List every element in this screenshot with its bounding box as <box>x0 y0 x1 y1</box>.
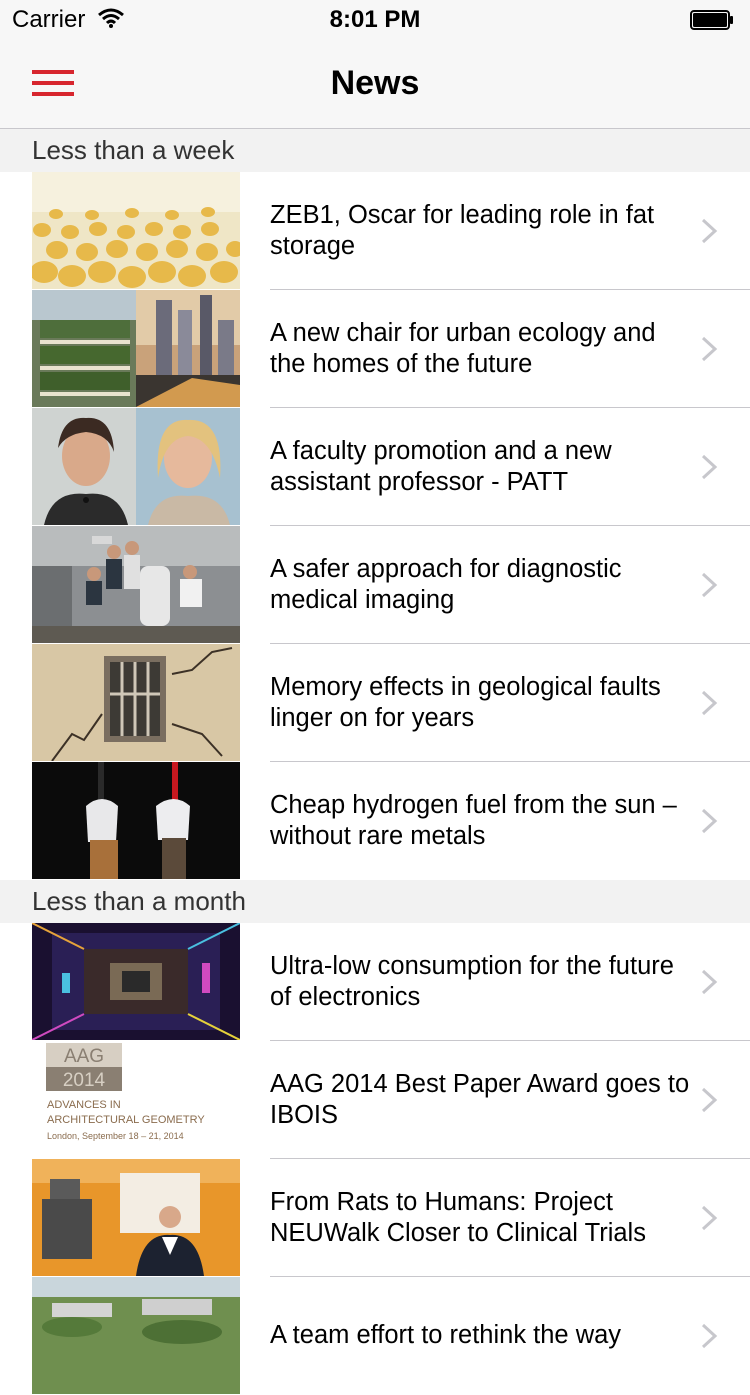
chevron-right-icon <box>701 1205 718 1231</box>
news-item[interactable]: Cheap hydrogen fuel from the sun – witho… <box>0 762 750 880</box>
news-title: From Rats to Humans: Project NEUWalk Clo… <box>270 1187 646 1247</box>
news-title: Ultra-low consumption for the future of … <box>270 951 674 1011</box>
section-header-month: Less than a month <box>0 880 750 923</box>
news-thumbnail <box>32 1159 240 1276</box>
thumb-logo-aag: AAG <box>64 1046 104 1067</box>
news-thumbnail <box>32 1277 240 1394</box>
thumb-caption-2: ARCHITECTURAL GEOMETRY <box>47 1114 205 1126</box>
battery-icon <box>690 10 733 30</box>
news-thumbnail <box>32 172 240 289</box>
chevron-right-icon <box>701 572 718 598</box>
news-item[interactable]: A faculty promotion and a new assistant … <box>0 408 750 526</box>
news-title: A faculty promotion and a new assistant … <box>270 436 612 496</box>
news-title: Cheap hydrogen fuel from the sun – witho… <box>270 790 677 850</box>
chevron-right-icon <box>701 218 718 244</box>
news-list: Less than a week ZEB1, Oscar for leading… <box>0 129 750 1395</box>
chevron-right-icon <box>701 969 718 995</box>
news-item[interactable]: A team effort to rethink the way <box>0 1277 750 1395</box>
chevron-right-icon <box>701 336 718 362</box>
status-bar: Carrier 8:01 PM <box>0 0 750 40</box>
news-thumbnail <box>32 526 240 643</box>
section-header-week: Less than a week <box>0 129 750 172</box>
chevron-right-icon <box>701 690 718 716</box>
news-thumbnail <box>32 923 240 1040</box>
news-thumbnail: AAG 2014 ADVANCES IN ARCHITECTURAL GEOME… <box>32 1041 240 1158</box>
page-title: News <box>330 64 420 102</box>
chevron-right-icon <box>701 1323 718 1349</box>
navigation-bar: News <box>0 40 750 129</box>
news-thumbnail <box>32 762 240 879</box>
news-item[interactable]: From Rats to Humans: Project NEUWalk Clo… <box>0 1159 750 1277</box>
news-thumbnail <box>32 644 240 761</box>
news-thumbnail <box>32 290 240 407</box>
news-title: A safer approach for diagnostic medical … <box>270 554 622 614</box>
news-title: Memory effects in geological faults ling… <box>270 672 661 732</box>
thumb-caption-1: ADVANCES IN <box>47 1099 121 1111</box>
news-title: A team effort to rethink the way <box>270 1321 622 1349</box>
thumb-caption-3: London, September 18 – 21, 2014 <box>47 1131 184 1141</box>
news-title: A new chair for urban ecology and the ho… <box>270 318 656 378</box>
chevron-right-icon <box>701 1087 718 1113</box>
chevron-right-icon <box>701 454 718 480</box>
thumb-logo-year: 2014 <box>63 1070 106 1091</box>
news-item[interactable]: ZEB1, Oscar for leading role in fat stor… <box>0 172 750 290</box>
news-item[interactable]: A new chair for urban ecology and the ho… <box>0 290 750 408</box>
news-item[interactable]: AAG 2014 ADVANCES IN ARCHITECTURAL GEOME… <box>0 1041 750 1159</box>
news-thumbnail <box>32 408 240 525</box>
news-item[interactable]: Ultra-low consumption for the future of … <box>0 923 750 1041</box>
news-title: AAG 2014 Best Paper Award goes to IBOIS <box>270 1069 690 1129</box>
news-item[interactable]: A safer approach for diagnostic medical … <box>0 526 750 644</box>
chevron-right-icon <box>701 808 718 834</box>
news-title: ZEB1, Oscar for leading role in fat stor… <box>270 200 655 260</box>
status-time: 8:01 PM <box>329 6 421 33</box>
news-item[interactable]: Memory effects in geological faults ling… <box>0 644 750 762</box>
